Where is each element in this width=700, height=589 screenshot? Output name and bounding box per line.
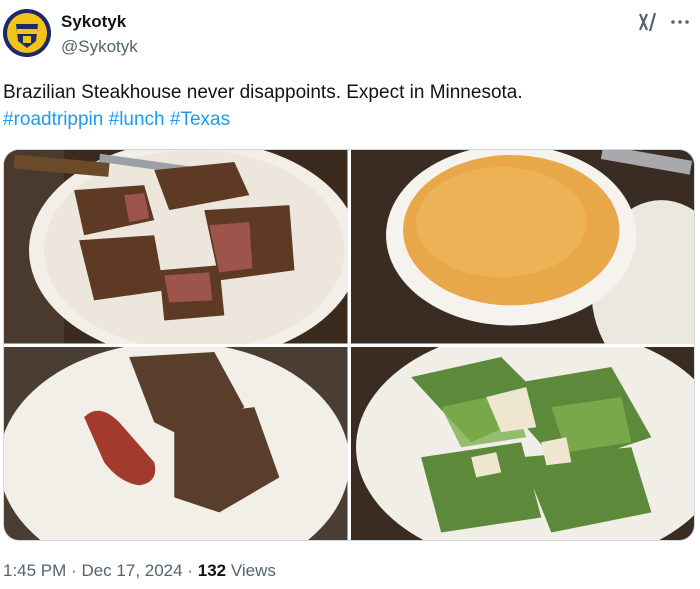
grok-icon[interactable] <box>636 10 660 34</box>
hashtag-lunch[interactable]: #lunch <box>109 109 165 130</box>
tweet-time[interactable]: 1:45 PM <box>3 561 66 580</box>
media-grid <box>3 149 695 541</box>
separator: · <box>71 561 77 580</box>
more-options-icon[interactable] <box>668 10 692 34</box>
hashtag-row: #roadtrippin #lunch #Texas <box>3 106 693 133</box>
tweet-meta: 1:45 PM · Dec 17, 2024 · 132 Views <box>3 561 276 581</box>
handle[interactable]: @Sykotyk <box>61 37 138 57</box>
photo-salad[interactable] <box>350 346 694 540</box>
separator: · <box>187 561 193 580</box>
photo-steak[interactable] <box>4 150 348 344</box>
views-count: 132 <box>197 561 227 580</box>
hashtag-texas[interactable]: #Texas <box>170 109 230 130</box>
photo-steak-sausage[interactable] <box>4 346 348 540</box>
photo-soup[interactable] <box>350 150 694 344</box>
avatar[interactable] <box>3 9 51 57</box>
tweet-date[interactable]: Dec 17, 2024 <box>81 561 182 580</box>
yellow-shield-avatar-icon <box>3 9 51 57</box>
tweet-body: Brazilian Steakhouse never disappoints. … <box>3 82 523 103</box>
views-label: Views <box>230 561 276 580</box>
display-name[interactable]: Sykotyk <box>61 12 126 32</box>
tweet-text: Brazilian Steakhouse never disappoints. … <box>3 79 693 133</box>
hashtag-roadtrippin[interactable]: #roadtrippin <box>3 109 103 130</box>
